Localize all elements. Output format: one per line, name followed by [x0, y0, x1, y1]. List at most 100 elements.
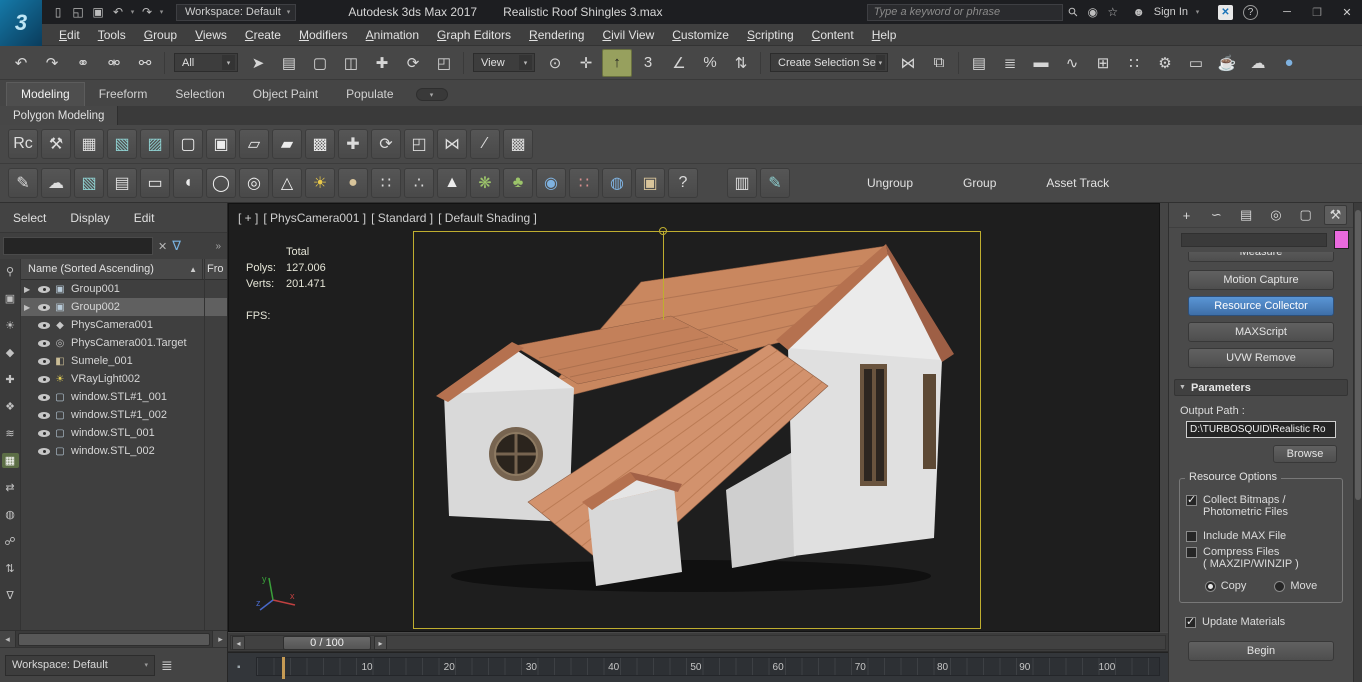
render-setup-icon[interactable]: ⚙ — [1150, 49, 1180, 77]
exchange-apps-icon[interactable]: ✕ — [1218, 4, 1233, 20]
maximize-button[interactable]: ❐ — [1302, 0, 1332, 24]
asset-track-button[interactable]: Asset Track — [1030, 164, 1125, 203]
visibility-eye-icon[interactable] — [38, 409, 50, 421]
box-primitive-icon[interactable]: ▢ — [173, 129, 203, 159]
rounded-box-icon[interactable]: ▣ — [206, 129, 236, 159]
explorer-column-header[interactable]: Name (Sorted Ascending) ▲ Fro — [21, 259, 227, 280]
find-icon[interactable]: ⚲ — [2, 264, 19, 279]
window-crossing-icon[interactable]: ◫ — [336, 49, 366, 77]
tab-populate[interactable]: Populate — [332, 83, 407, 106]
plane-icon[interactable]: ▱ — [239, 129, 269, 159]
explorer-search-input[interactable] — [3, 237, 153, 255]
uvw-remove-button[interactable]: UVW Remove — [1188, 348, 1334, 368]
scene-explorer-row[interactable]: ▢ window.STL_001 — [21, 424, 227, 442]
align-icon[interactable]: ⧉ — [924, 49, 954, 77]
display-spacewarps-icon[interactable]: ≋ — [2, 426, 19, 441]
menu-item[interactable]: Create — [236, 28, 290, 42]
pyramid-icon[interactable]: ▲ — [437, 168, 467, 198]
viewport-menu-renderer[interactable]: [ Standard ] — [371, 211, 433, 225]
visibility-eye-icon[interactable] — [38, 301, 50, 313]
scene-explorer-row[interactable]: ▶ ▣ Group002 — [21, 298, 227, 316]
spreadsheet-icon[interactable]: ▦ — [74, 129, 104, 159]
checker-icon[interactable]: ▩ — [503, 129, 533, 159]
layer-explorer-icon[interactable]: ≣ — [995, 49, 1025, 77]
resource-collector-button[interactable]: Resource Collector — [1188, 296, 1334, 316]
menu-item[interactable]: Views — [186, 28, 236, 42]
visibility-eye-icon[interactable] — [38, 427, 50, 439]
frame-scrubber[interactable] — [282, 657, 285, 679]
display-tab-icon[interactable]: ▢ — [1294, 205, 1317, 225]
paint-bridge-icon[interactable]: ✎ — [760, 168, 790, 198]
time-slider-handle[interactable]: 0 / 100 — [283, 636, 371, 650]
workspace-dropdown[interactable]: Workspace: Default ▾ — [176, 3, 297, 21]
sphere-icon[interactable]: ● — [338, 168, 368, 198]
help-icon[interactable]: ? — [1243, 4, 1258, 20]
keyboard-override-icon[interactable]: ↑ — [602, 48, 632, 77]
menu-item[interactable]: Rendering — [520, 28, 593, 42]
scene-explorer-row[interactable]: ▢ window.STL#1_001 — [21, 388, 227, 406]
mirror-tool-icon[interactable]: ⋈ — [437, 129, 467, 159]
redo-icon[interactable]: ↷ — [37, 49, 67, 77]
workspace-selector[interactable]: Workspace: Default ▾ — [5, 654, 155, 676]
create-tab-icon[interactable]: + — [1175, 205, 1198, 225]
display-cameras-icon[interactable]: ◆ — [2, 345, 19, 360]
display-geometry-icon[interactable]: ▣ — [2, 291, 19, 306]
scene-explorer-row[interactable]: ◎ PhysCamera001.Target — [21, 334, 227, 352]
close-button[interactable]: ✕ — [1332, 0, 1362, 24]
visibility-eye-icon[interactable] — [38, 283, 50, 295]
cloud-icon[interactable]: ☁ — [41, 168, 71, 198]
rotate-tool-icon[interactable]: ⟳ — [371, 129, 401, 159]
image-preview-2-icon[interactable]: ▨ — [140, 129, 170, 159]
minimize-button[interactable]: ─ — [1272, 0, 1302, 24]
frozen-column-label[interactable]: Fro — [202, 259, 227, 279]
color-swatch[interactable] — [1334, 230, 1349, 249]
maxscript-button[interactable]: MAXScript — [1188, 322, 1334, 342]
display-bones-icon[interactable]: ☍ — [2, 534, 19, 549]
visibility-eye-icon[interactable] — [38, 319, 50, 331]
percent-snap-icon[interactable]: % — [695, 49, 725, 77]
menu-item[interactable]: Modifiers — [290, 28, 357, 42]
menu-item[interactable]: Civil View — [593, 28, 663, 42]
clear-search-icon[interactable]: ✕ — [158, 240, 167, 253]
radio-dot[interactable] — [1274, 580, 1286, 592]
tab-freeform[interactable]: Freeform — [85, 83, 162, 106]
explorer-menu-item[interactable]: Edit — [134, 211, 155, 225]
curve-editor-icon[interactable]: ∿ — [1057, 49, 1087, 77]
scene-explorer-row[interactable]: ◧ Sumele_001 — [21, 352, 227, 370]
chevrons-icon[interactable]: » — [215, 241, 221, 252]
named-selection-set-combo[interactable]: Create Selection Se ▾ — [770, 53, 888, 72]
select-and-move-icon[interactable]: ✚ — [367, 49, 397, 77]
material-editor-icon[interactable]: ∷ — [1119, 49, 1149, 77]
scene-explorer-toggle-icon[interactable]: ▤ — [964, 49, 994, 77]
display-shapes-icon[interactable]: ❖ — [2, 399, 19, 414]
snaps-toggle-icon[interactable]: 3 — [633, 49, 663, 77]
grass-icon[interactable]: ♣ — [503, 168, 533, 198]
undo-icon[interactable]: ↶ — [6, 49, 36, 77]
viewport-menu-general[interactable]: [ + ] — [238, 211, 258, 225]
checkbox[interactable] — [1186, 547, 1197, 558]
spinner-snap-icon[interactable]: ⇅ — [726, 49, 756, 77]
pencil-icon[interactable]: ✎ — [8, 168, 38, 198]
ribbon-config-icon[interactable]: Rc — [8, 129, 38, 159]
open-file-icon[interactable]: ◱ — [68, 2, 88, 22]
ribbon-toggle-icon[interactable]: ▬ — [1026, 49, 1056, 77]
display-lights-icon[interactable]: ☀ — [2, 318, 19, 333]
timeline-ruler[interactable]: ▪ 10 20 30 40 50 60 70 80 90 100 — [228, 652, 1168, 682]
mirror-icon[interactable]: ⋈ — [893, 49, 923, 77]
blue-sphere-icon[interactable]: ◉ — [536, 168, 566, 198]
filter-icon[interactable]: ∇ — [2, 588, 19, 603]
cone-icon[interactable]: △ — [272, 168, 302, 198]
scene-explorer-row[interactable]: ☀ VRayLight002 — [21, 370, 227, 388]
scale-tool-icon[interactable]: ◰ — [404, 129, 434, 159]
color-dots-icon[interactable]: ∷ — [569, 168, 599, 198]
search-input[interactable] — [866, 3, 1063, 21]
particle-spray-icon[interactable]: ∴ — [404, 168, 434, 198]
menu-item[interactable]: Edit — [50, 28, 89, 42]
ungroup-button[interactable]: Ungroup — [851, 164, 929, 203]
next-frame-icon[interactable]: ▸ — [374, 636, 387, 650]
display-groups-icon[interactable]: ▦ — [1, 453, 19, 468]
visibility-eye-icon[interactable] — [38, 337, 50, 349]
include-max-checkbox-row[interactable]: Include MAX File — [1186, 530, 1336, 542]
move-tool-icon[interactable]: ✚ — [338, 129, 368, 159]
display-materials-icon[interactable]: ◍ — [2, 507, 19, 522]
